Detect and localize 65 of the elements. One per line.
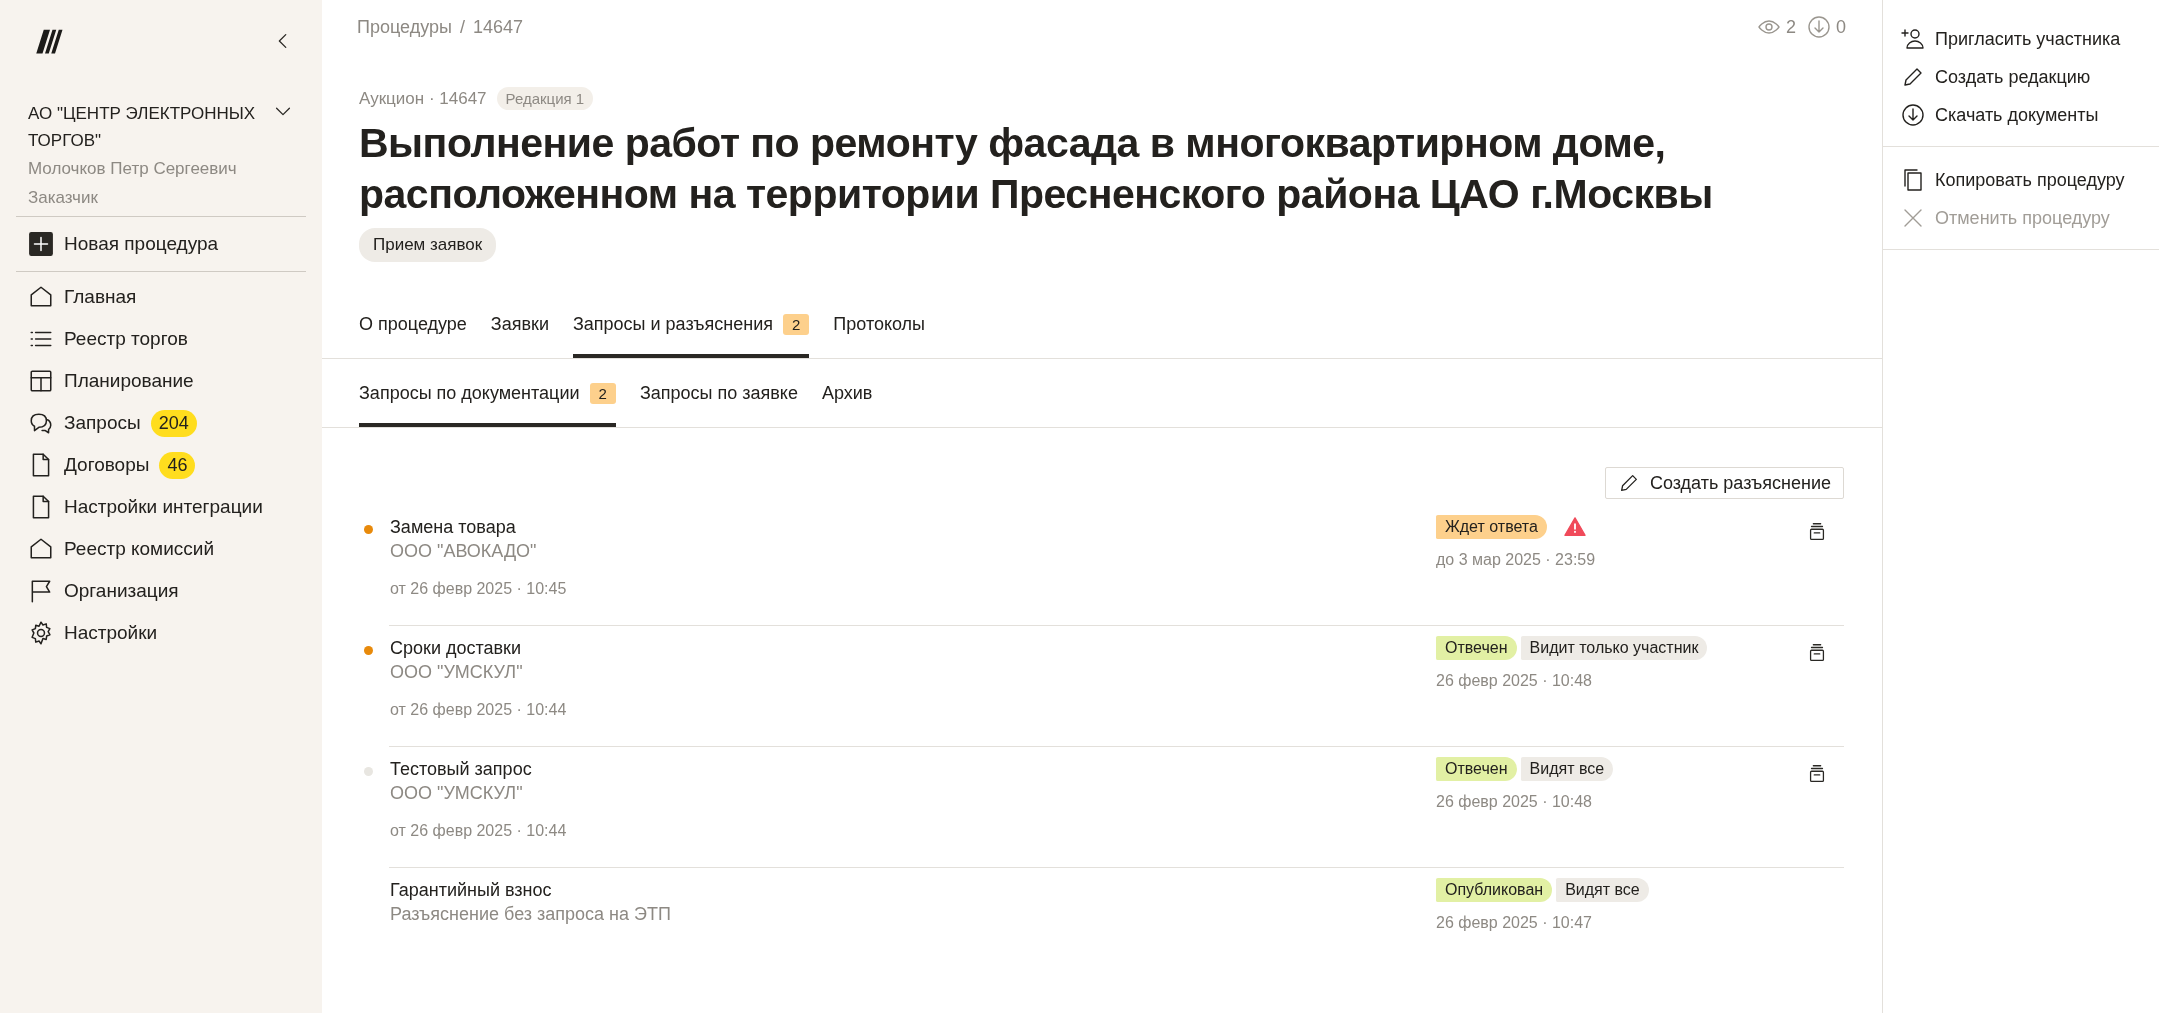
- settings-icon: [28, 620, 54, 646]
- add-user-icon: [1901, 27, 1925, 51]
- plus-icon: [28, 231, 54, 257]
- count-badge: 2: [589, 382, 616, 404]
- sidebar-item-label[interactable]: Реестр торгов: [64, 328, 188, 350]
- sidebar-item-label[interactable]: Организация: [64, 580, 179, 602]
- stage-badge: Прием заявок: [359, 228, 497, 262]
- tab[interactable]: Запросы по заявке: [639, 359, 798, 427]
- sidebar-item-label[interactable]: Планирование: [64, 370, 194, 392]
- user-name: Молочков Петр Сергеевич: [27, 158, 238, 180]
- new-procedure-button[interactable]: Новая процедура: [16, 221, 306, 267]
- status-tag: Видят все: [1520, 757, 1614, 781]
- procedure-type: Аукцион · 14647: [359, 88, 487, 109]
- request-title[interactable]: Сроки доставки: [390, 636, 1436, 660]
- user-role: Заказчик: [27, 187, 99, 209]
- tab[interactable]: Запросы и разъяснения 2: [572, 290, 810, 358]
- request-title[interactable]: Гарантийный взнос: [390, 878, 1436, 902]
- download-icon: [1807, 15, 1831, 39]
- request-author: ООО "УМСКУЛ": [390, 661, 524, 684]
- request-author: Разъяснение без запроса на ЭТП: [390, 903, 672, 926]
- layout-icon: [28, 368, 54, 394]
- sidebar-item-label[interactable]: Настройки интеграции: [64, 496, 263, 518]
- sidebar-item-label[interactable]: Настройки: [64, 622, 158, 644]
- count-badge: 2: [782, 313, 810, 335]
- download-count: 0: [1836, 16, 1846, 38]
- request-author: ООО "УМСКУЛ": [390, 782, 524, 805]
- breadcrumb-separator: /: [459, 16, 465, 38]
- tab[interactable]: Протоколы: [833, 290, 926, 358]
- sidebar-item-label[interactable]: Реестр комиссий: [64, 538, 214, 560]
- request-date: от 26 февр 2025 · 10:44: [390, 822, 568, 840]
- request-date: от 26 февр 2025 · 10:44: [390, 701, 568, 719]
- tab[interactable]: Запросы по документации 2: [359, 359, 616, 427]
- copy-icon: [1901, 168, 1925, 192]
- deadline-date: 26 февр 2025 · 10:48: [1436, 672, 1593, 690]
- status-tag: Видят все: [1556, 878, 1649, 902]
- download-icon: [1901, 103, 1925, 127]
- deadline-date: 26 февр 2025 · 10:48: [1436, 793, 1593, 811]
- procedure-title: Выполнение работ по ремонту фасада в многоквартирном доме, расположенном на территории Пресненского района ЦАО г.Москвы: [359, 119, 1714, 219]
- request-author: ООО "АВОКАДО": [390, 540, 538, 563]
- action-item[interactable]: Копировать процедуру: [1901, 161, 2159, 199]
- action-item[interactable]: Создать редакцию: [1901, 58, 2159, 96]
- request-title[interactable]: Тестовый запрос: [390, 757, 1436, 781]
- action-item[interactable]: Скачать документы: [1901, 96, 2159, 134]
- status-tag: Отвечен: [1436, 636, 1517, 660]
- sidebar-item-label[interactable]: Запросы: [64, 412, 141, 434]
- status-tag: Отвечен: [1436, 757, 1517, 781]
- deadline-date: 26 февр 2025 · 10:47: [1436, 914, 1593, 932]
- status-tag: Видит только участник: [1520, 636, 1708, 660]
- request-title[interactable]: Замена товара: [390, 515, 1436, 539]
- organization-name[interactable]: АО "ЦЕНТР ЭЛЕКТРОННЫХ ТОРГОВ": [28, 100, 258, 154]
- tab[interactable]: О процедуре: [359, 290, 467, 358]
- deadline-date: до 3 мар 2025 · 23:59: [1436, 551, 1597, 569]
- status-tag: Опубликован: [1436, 878, 1553, 902]
- tab[interactable]: Заявки: [490, 290, 549, 358]
- view-count: 2: [1785, 16, 1796, 38]
- sidebar-item-label[interactable]: Договоры: [64, 454, 150, 476]
- sidebar-item-label[interactable]: Главная: [64, 286, 137, 308]
- count-badge: 204: [150, 409, 197, 437]
- tab[interactable]: Архив: [821, 359, 873, 427]
- status-tag: Ждет ответа: [1436, 515, 1547, 539]
- count-badge: 46: [159, 451, 196, 479]
- action-item[interactable]: Пригласить участника: [1901, 20, 2159, 58]
- create-clarification-button[interactable]: Создать разъяснение: [1604, 467, 1844, 499]
- edition-badge: Редакция 1: [496, 87, 594, 110]
- request-date: от 26 февр 2025 · 10:45: [390, 580, 568, 598]
